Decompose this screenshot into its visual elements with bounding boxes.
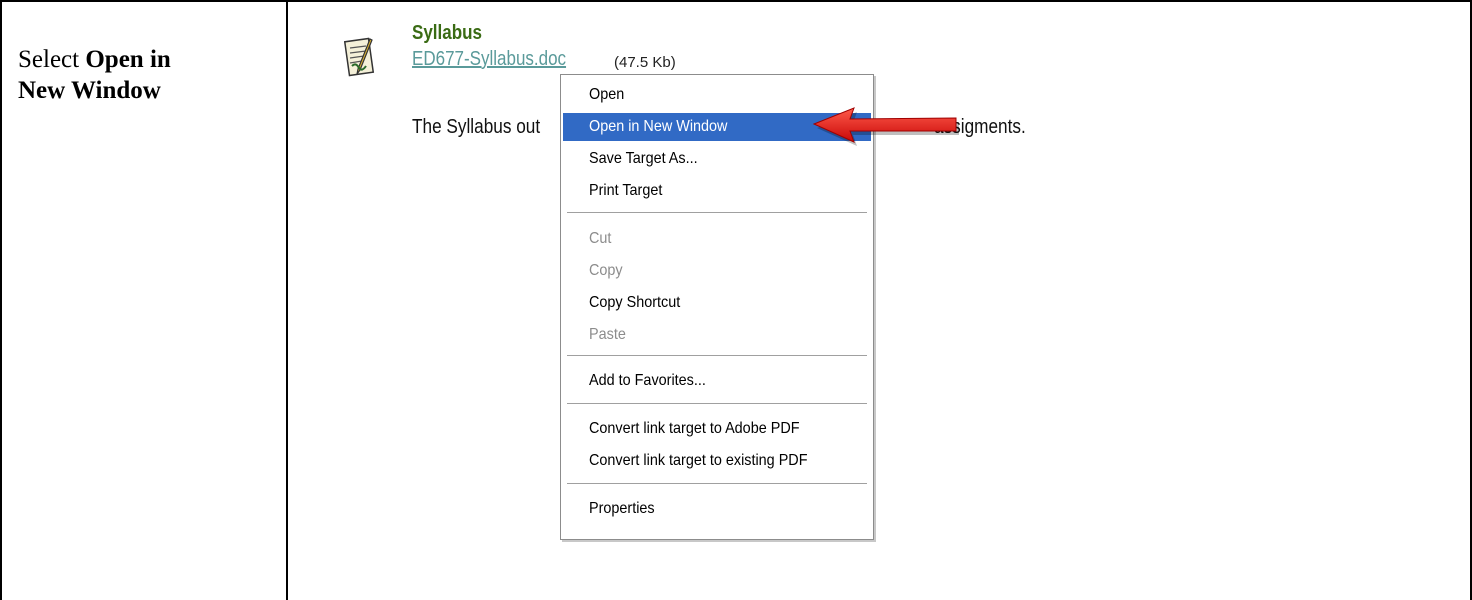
menu-item-copy-shortcut[interactable]: Copy Shortcut xyxy=(563,289,871,317)
document-with-pencil-icon xyxy=(343,36,378,80)
browser-screenshot: Syllabus ED677-Syllabus.doc (47.5 Kb) Th… xyxy=(290,0,1470,600)
instruction-bold-2: New Window xyxy=(18,77,161,104)
menu-item-cut[interactable]: Cut xyxy=(563,225,871,253)
menu-separator xyxy=(567,355,867,357)
instruction-bold-1: Open in xyxy=(85,46,171,73)
item-description-start: The Syllabus out xyxy=(412,116,541,138)
syllabus-file-link[interactable]: ED677-Syllabus.doc xyxy=(412,48,566,71)
menu-item-copy[interactable]: Copy xyxy=(563,257,871,285)
menu-separator xyxy=(567,403,867,405)
red-arrow-icon xyxy=(810,104,960,154)
menu-item-add-to-favorites[interactable]: Add to Favorites... xyxy=(563,367,871,395)
menu-item-paste[interactable]: Paste xyxy=(563,321,871,349)
table-column-divider xyxy=(286,0,288,600)
menu-item-properties[interactable]: Properties xyxy=(563,495,871,523)
instruction-prefix: Select xyxy=(18,46,86,73)
instruction-text: Select Open in New Window xyxy=(18,44,171,106)
file-size: (47.5 Kb) xyxy=(614,54,676,71)
menu-item-convert-to-existing-pdf[interactable]: Convert link target to existing PDF xyxy=(563,447,871,475)
menu-separator xyxy=(567,483,867,485)
item-title: Syllabus xyxy=(412,22,482,44)
menu-separator xyxy=(567,212,867,214)
menu-item-convert-to-adobe-pdf[interactable]: Convert link target to Adobe PDF xyxy=(563,415,871,443)
menu-item-print-target[interactable]: Print Target xyxy=(563,177,871,205)
